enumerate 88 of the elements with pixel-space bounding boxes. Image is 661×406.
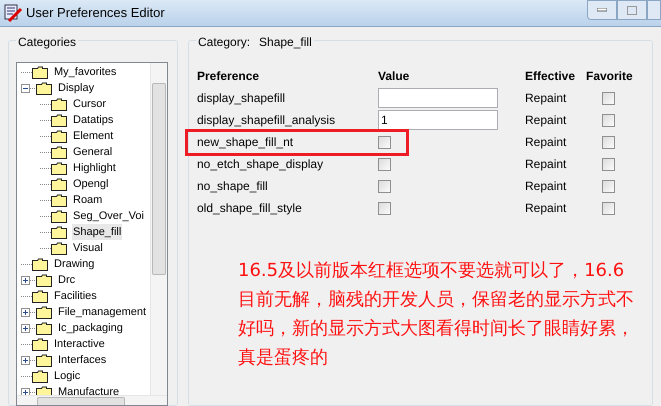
maximize-icon	[627, 6, 637, 14]
folder-icon	[51, 146, 67, 158]
folder-icon	[36, 274, 52, 286]
tree-item[interactable]: Ic_packaging	[57, 320, 124, 336]
folder-icon	[32, 290, 48, 302]
expand-icon[interactable]	[21, 324, 30, 332]
checkbox[interactable]	[602, 180, 615, 192]
folder-icon	[32, 258, 48, 270]
folder-icon	[36, 306, 52, 318]
effective-value: Repaint	[525, 200, 568, 217]
tree-item[interactable]: Drc	[57, 272, 76, 288]
annotation-text: 16.5及以前版本红框选项不要选就可以了，16.6目前无解，脑残的开发人员，保留老的显示方式不好吗，新的显示方式大图看得时间长了眼睛好累，真是蛋疼的	[238, 259, 635, 370]
effective-value: Repaint	[525, 90, 568, 107]
folder-icon	[36, 82, 52, 94]
effective-value: Repaint	[525, 178, 568, 195]
tree-item[interactable]: Element	[72, 128, 114, 144]
vertical-scrollbar[interactable]	[150, 63, 167, 395]
preference-name: no_etch_shape_display	[197, 156, 324, 173]
folder-icon	[51, 162, 67, 174]
folder-icon	[51, 194, 67, 206]
folder-icon	[51, 210, 67, 222]
checkbox[interactable]	[378, 180, 391, 192]
preference-name: old_shape_fill_style	[197, 200, 303, 217]
scroll-thumb[interactable]	[152, 83, 166, 275]
tree-item[interactable]: Opengl	[72, 176, 110, 192]
folder-icon	[51, 226, 67, 238]
expand-icon[interactable]	[21, 388, 30, 395]
checkbox[interactable]	[602, 158, 615, 170]
tree-item[interactable]: Logic	[53, 368, 82, 384]
column-header: Preference	[197, 68, 260, 85]
tree-item[interactable]: Highlight	[72, 160, 117, 176]
effective-value: Repaint	[525, 112, 568, 129]
folder-icon	[36, 354, 52, 366]
folder-icon	[51, 98, 67, 110]
preference-name: new_shape_fill_nt	[197, 134, 294, 151]
expand-icon[interactable]	[21, 356, 30, 364]
folder-icon	[51, 178, 67, 190]
checkbox[interactable]	[602, 114, 615, 126]
category-name: Shape_fill	[259, 34, 312, 51]
folder-icon	[32, 338, 48, 350]
folder-icon	[32, 370, 48, 382]
tree-item[interactable]: Manufacture	[57, 384, 120, 395]
maximize-button[interactable]	[617, 0, 647, 20]
tree-item[interactable]: Seg_Over_Voi	[72, 208, 145, 224]
collapse-icon[interactable]	[21, 84, 30, 92]
tree-item[interactable]: Datatips	[72, 112, 114, 128]
app-icon	[4, 4, 22, 22]
folder-icon	[51, 130, 67, 142]
tree-item[interactable]: Roam	[72, 192, 104, 208]
tree-item[interactable]: Display	[57, 80, 96, 96]
checkbox[interactable]	[378, 202, 391, 214]
folder-icon	[36, 322, 52, 334]
checkbox[interactable]	[602, 202, 615, 214]
expand-icon[interactable]	[21, 308, 30, 316]
checkbox[interactable]	[378, 136, 391, 148]
folder-icon	[51, 114, 67, 126]
tree-item[interactable]: Cursor	[72, 96, 108, 112]
folder-icon	[51, 242, 67, 254]
tree-item[interactable]: File_management	[57, 304, 148, 320]
preference-name: no_shape_fill	[197, 178, 269, 195]
effective-value: Repaint	[525, 156, 568, 173]
folder-icon	[36, 386, 52, 395]
preference-name: display_shapefill_analysis	[197, 112, 336, 129]
effective-value: Repaint	[525, 134, 568, 151]
checkbox[interactable]	[602, 136, 615, 148]
preference-name: display_shapefill	[197, 90, 286, 107]
tree-item[interactable]: Interfaces	[57, 352, 108, 368]
value-field[interactable]	[378, 88, 498, 108]
tree-item[interactable]: General	[72, 144, 114, 160]
window-title: User Preferences Editor	[26, 4, 165, 22]
column-header: Value	[378, 68, 410, 85]
column-header: Effective	[525, 68, 576, 85]
tree-item[interactable]: Interactive	[53, 336, 106, 352]
tree-item[interactable]: Visual	[72, 240, 104, 256]
column-header: Favorite	[586, 68, 634, 85]
category-label: Category:	[198, 34, 250, 51]
tree-item[interactable]: Shape_fill	[72, 224, 122, 240]
minimize-icon	[597, 8, 607, 12]
minimize-button[interactable]	[587, 0, 617, 20]
close-button[interactable]	[647, 0, 661, 20]
folder-icon	[32, 66, 48, 78]
checkbox[interactable]	[602, 92, 615, 104]
tree-item[interactable]: Facilities	[53, 288, 98, 304]
checkbox[interactable]	[378, 158, 391, 170]
expand-icon[interactable]	[21, 276, 30, 284]
tree-item[interactable]: My_favorites	[53, 64, 118, 80]
value-field[interactable]: 1	[378, 110, 498, 130]
tree-item[interactable]: Drawing	[53, 256, 96, 272]
